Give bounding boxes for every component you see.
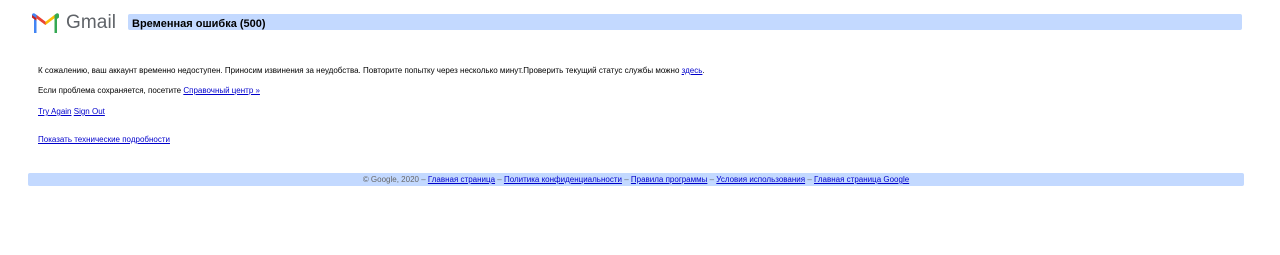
- footer-link-program-policies[interactable]: Правила программы: [631, 175, 708, 184]
- help-text: Если проблема сохраняется, посетите: [38, 86, 184, 95]
- footer-separator: –: [805, 175, 814, 184]
- try-again-link[interactable]: Try Again: [38, 107, 72, 116]
- gmail-logo[interactable]: Gmail: [32, 12, 116, 34]
- period-text: .: [702, 66, 705, 75]
- sign-out-link[interactable]: Sign Out: [74, 107, 105, 116]
- page-title: Временная ошибка (500): [132, 18, 266, 30]
- unavailable-message: К сожалению, ваш аккаунт временно недост…: [38, 65, 705, 77]
- footer-separator: –: [418, 175, 428, 184]
- header: Gmail Временная ошибка (500): [32, 12, 1244, 34]
- footer-separator: –: [495, 175, 504, 184]
- gmail-logo-text: Gmail: [66, 12, 117, 33]
- details-row: Показать технические подробности: [38, 134, 170, 146]
- unavailable-text: К сожалению, ваш аккаунт временно недост…: [38, 66, 682, 75]
- footer-link-google-home[interactable]: Главная страница Google: [814, 175, 909, 184]
- footer-link-terms[interactable]: Условия использования: [716, 175, 805, 184]
- footer-link-privacy[interactable]: Политика конфиденциальности: [504, 175, 622, 184]
- copyright-text: © Google, 2020: [362, 175, 419, 184]
- footer-separator: –: [621, 175, 631, 184]
- footer-separator: –: [707, 175, 717, 184]
- footer: © Google, 2020 – Главная страница – Поли…: [28, 173, 1244, 186]
- footer-link-home[interactable]: Главная страница: [428, 175, 495, 184]
- gmail-m-icon: [32, 13, 59, 33]
- help-center-link[interactable]: Справочный центр »: [183, 86, 260, 95]
- show-technical-details-link[interactable]: Показать технические подробности: [38, 135, 170, 144]
- help-message: Если проблема сохраняется, посетите Спра…: [38, 85, 260, 97]
- error-page: Gmail Временная ошибка (500) К сожалению…: [0, 0, 1280, 255]
- status-link[interactable]: здесь: [682, 66, 703, 75]
- action-links: Try Again Sign Out: [38, 106, 105, 118]
- title-bar: Временная ошибка (500): [128, 14, 1242, 30]
